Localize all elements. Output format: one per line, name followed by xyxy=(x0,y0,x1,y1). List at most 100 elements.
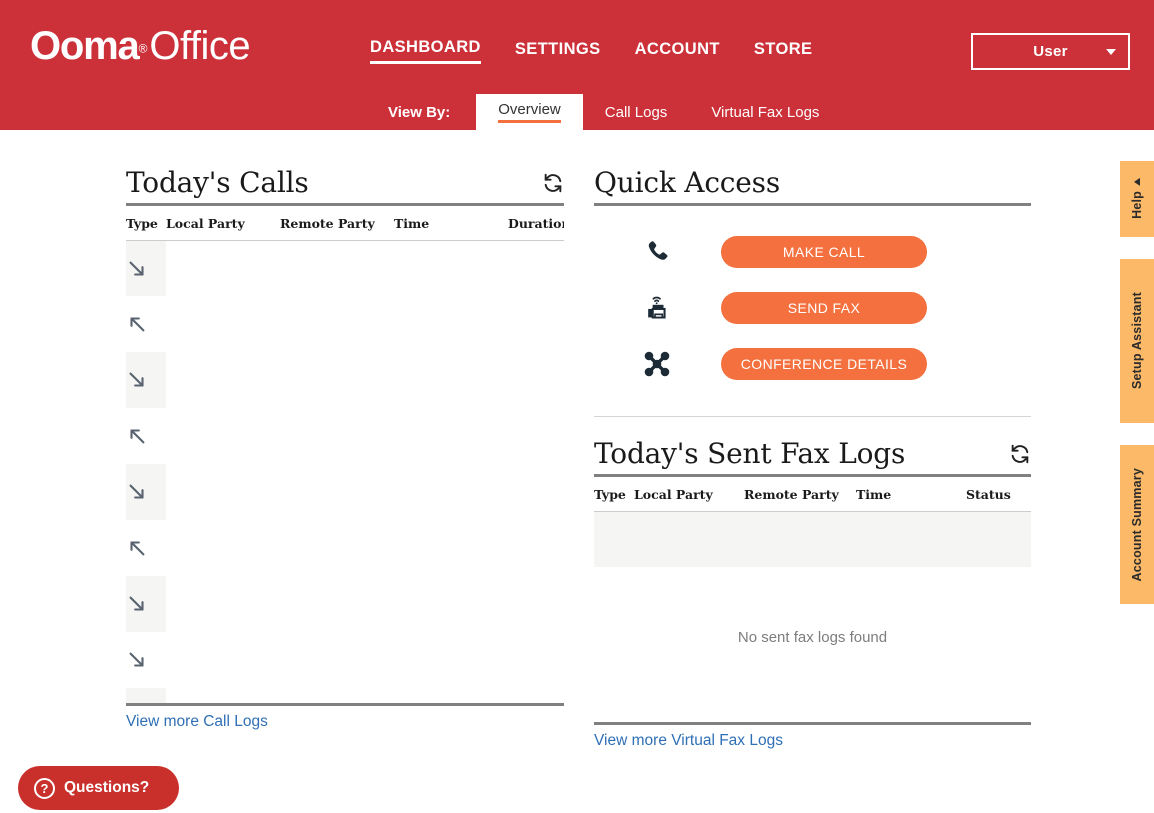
call-type-cell xyxy=(126,520,166,576)
questions-widget-label: Questions? xyxy=(64,779,150,796)
table-row[interactable] xyxy=(126,464,564,521)
col-header-type: Type xyxy=(594,476,634,512)
local-party-cell xyxy=(166,352,280,408)
side-tab-setup-label: Setup Assistant xyxy=(1130,292,1144,390)
make-call-button[interactable]: MAKE CALL xyxy=(721,235,927,268)
remote-party-cell xyxy=(280,352,394,408)
quick-access-row-send-fax: SEND FAX xyxy=(594,280,1031,336)
time-cell xyxy=(394,520,508,576)
tab-overview[interactable]: Overview xyxy=(476,94,583,130)
todays-calls-table-scroll[interactable]: Type Local Party Remote Party Time Durat… xyxy=(126,205,564,703)
col-header-remote-party: Remote Party xyxy=(280,205,394,241)
logo-ooma-text: Ooma xyxy=(30,24,140,68)
questions-widget-frame: ? Questions? xyxy=(0,753,200,813)
arrow-incoming-icon xyxy=(126,481,148,503)
caret-up-icon xyxy=(1134,178,1140,187)
time-cell xyxy=(394,240,508,296)
right-column: Quick Access MAKE CALL SEND FAX CONFEREN… xyxy=(594,167,1031,750)
side-tab-account-label: Account Summary xyxy=(1130,467,1144,582)
col-header-status: Status xyxy=(966,476,1031,512)
sent-fax-logs-footer: View more Virtual Fax Logs xyxy=(594,722,1031,750)
arrow-incoming-icon xyxy=(126,258,148,280)
duration-cell xyxy=(508,296,564,352)
tab-virtual-fax-logs[interactable]: Virtual Fax Logs xyxy=(689,94,841,130)
view-more-call-logs-link[interactable]: View more Call Logs xyxy=(126,713,268,730)
duration-cell xyxy=(508,408,564,464)
table-row[interactable] xyxy=(126,520,564,576)
time-cell xyxy=(394,352,508,408)
remote-party-cell xyxy=(280,296,394,352)
table-row[interactable] xyxy=(126,408,564,464)
table-row[interactable] xyxy=(126,632,564,688)
conference-details-button[interactable]: CONFERENCE DETAILS xyxy=(721,347,927,380)
side-tab-help[interactable]: Help xyxy=(1120,161,1154,237)
logo-registered-mark: ® xyxy=(138,41,148,56)
nav-item-dashboard[interactable]: DASHBOARD xyxy=(370,38,481,64)
nav-item-account[interactable]: ACCOUNT xyxy=(635,40,720,63)
questions-widget-button[interactable]: ? Questions? xyxy=(18,766,179,810)
sent-fax-logs-table-head: Type Local Party Remote Party Time Statu… xyxy=(594,476,1031,512)
nav-item-settings[interactable]: SETTINGS xyxy=(515,40,601,63)
tab-call-logs-label: Call Logs xyxy=(604,103,668,121)
arrow-outgoing-icon xyxy=(126,537,148,559)
sent-fax-logs-table-body xyxy=(594,511,1031,568)
duration-cell xyxy=(508,352,564,408)
app-header: Ooma®Office DASHBOARD SETTINGS ACCOUNT S… xyxy=(0,0,1154,130)
todays-calls-panel: Today's Calls Type Local Party Remote Pa… xyxy=(126,167,564,731)
call-type-cell xyxy=(126,632,166,688)
duration-cell xyxy=(508,576,564,632)
table-row[interactable] xyxy=(126,352,564,409)
local-party-cell xyxy=(166,408,280,464)
time-cell xyxy=(394,576,508,632)
dashboard-page: Ooma®Office DASHBOARD SETTINGS ACCOUNT S… xyxy=(0,0,1154,813)
quick-access-panel: Quick Access MAKE CALL SEND FAX CONFEREN… xyxy=(594,167,1031,417)
phone-icon xyxy=(626,238,688,265)
no-sent-fax-logs-message: No sent fax logs found xyxy=(737,629,888,647)
sent-fax-logs-table: Type Local Party Remote Party Time Statu… xyxy=(594,476,1031,568)
call-type-cell xyxy=(126,352,166,409)
tab-overview-label: Overview xyxy=(498,102,561,123)
tab-call-logs[interactable]: Call Logs xyxy=(583,94,690,130)
refresh-icon[interactable] xyxy=(542,172,564,194)
remote-party-cell xyxy=(280,464,394,520)
time-cell xyxy=(394,296,508,352)
col-header-remote-party: Remote Party xyxy=(744,476,856,512)
duration-cell xyxy=(508,240,564,296)
todays-calls-footer: View more Call Logs xyxy=(126,702,564,731)
time-cell xyxy=(394,632,508,688)
conference-nodes-icon xyxy=(626,350,688,378)
arrow-incoming-icon xyxy=(126,369,148,391)
arrow-incoming-icon xyxy=(126,649,148,671)
quick-access-divider xyxy=(594,415,1031,417)
local-party-cell xyxy=(166,576,280,632)
remote-party-cell xyxy=(280,408,394,464)
nav-item-store[interactable]: STORE xyxy=(754,40,813,63)
local-party-cell xyxy=(166,296,280,352)
col-header-time: Time xyxy=(856,476,966,512)
side-tab-account-inner: Account Summary xyxy=(1130,468,1144,581)
table-header-row: Type Local Party Remote Party Time Durat… xyxy=(126,205,564,241)
user-menu-label: User xyxy=(1033,43,1068,60)
local-party-cell xyxy=(166,240,280,296)
send-fax-button[interactable]: SEND FAX xyxy=(721,291,927,324)
user-menu-button[interactable]: User xyxy=(971,33,1130,70)
quick-access-row-make-call: MAKE CALL xyxy=(594,224,1031,280)
quick-access-row-conference-details: CONFERENCE DETAILS xyxy=(594,336,1031,392)
remote-party-cell xyxy=(280,240,394,296)
refresh-icon[interactable] xyxy=(1009,443,1031,465)
side-tab-help-inner: Help xyxy=(1130,178,1144,219)
local-party-cell xyxy=(166,520,280,576)
table-row[interactable] xyxy=(126,240,564,297)
view-more-virtual-fax-logs-link[interactable]: View more Virtual Fax Logs xyxy=(594,732,783,749)
remote-party-cell xyxy=(280,632,394,688)
todays-calls-table-body xyxy=(126,240,564,703)
table-row[interactable] xyxy=(126,576,564,633)
col-header-local-party: Local Party xyxy=(166,205,280,241)
side-tab-setup-assistant[interactable]: Setup Assistant xyxy=(1120,259,1154,423)
table-row[interactable] xyxy=(126,296,564,352)
side-tab-account-summary[interactable]: Account Summary xyxy=(1120,445,1154,604)
sent-fax-logs-header: Today's Sent Fax Logs xyxy=(594,438,1031,477)
call-type-cell xyxy=(126,240,166,297)
side-tab-help-label: Help xyxy=(1130,191,1144,219)
time-cell xyxy=(394,464,508,520)
